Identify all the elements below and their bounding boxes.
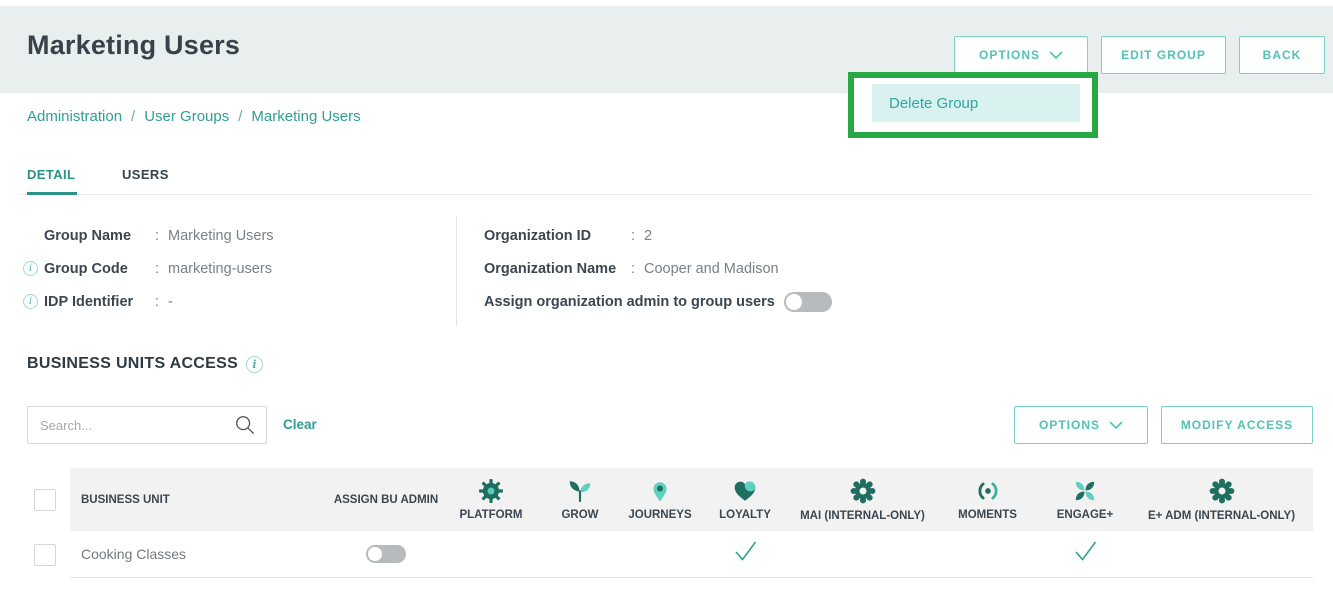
column-journeys: JOURNEYS [628,509,691,521]
field-idp-identifier: i IDP Identifier : - [23,285,274,318]
assign-org-admin-row: Assign organization admin to group users [484,285,832,318]
active-tab-indicator [27,192,77,195]
signal-icon [975,478,1001,504]
bu-options-button[interactable]: OPTIONS [1014,406,1148,444]
search-icon[interactable] [234,414,256,436]
options-button[interactable]: OPTIONS [954,36,1088,74]
breadcrumb-separator: / [131,108,135,125]
cell-journeys [620,531,700,577]
column-divider [456,216,457,326]
column-loyalty: LOYALTY [719,509,771,521]
breadcrumb-user-groups[interactable]: User Groups [144,108,229,125]
business-units-actions: OPTIONS MODIFY ACCESS [1014,406,1313,444]
bu-options-button-label: OPTIONS [1039,418,1100,432]
info-icon[interactable]: i [246,356,263,373]
column-engage-plus: ENGAGE+ [1057,509,1114,521]
gear-flower-icon [849,477,877,505]
cell-e-adm-internal-only [1130,531,1313,577]
menu-item-delete-group[interactable]: Delete Group [872,84,1080,122]
heart-icon [732,478,758,504]
gear-flower-icon [1208,477,1236,505]
column-e-adm-internal-only: E+ ADM (INTERNAL-ONLY) [1148,510,1295,522]
info-icon[interactable]: i [23,261,38,276]
field-value: 2 [644,228,652,244]
field-value: - [168,294,173,310]
detail-right-column: Organization ID : 2 Organization Name : … [484,219,832,318]
annotation-highlight-box: Delete Group [848,72,1098,138]
select-all-checkbox[interactable] [34,489,56,511]
check-icon [1072,540,1099,568]
column-business-unit: BUSINESS UNIT [81,494,170,506]
check-icon [732,540,759,568]
options-button-label: OPTIONS [979,48,1040,62]
detail-left-column: Group Name : Marketing Users i Group Cod… [23,219,274,318]
cell-engage-plus [1040,531,1130,577]
field-label: Group Name [44,228,152,244]
breadcrumb-separator: / [238,108,242,125]
table-header-row: BUSINESS UNIT ASSIGN BU ADMIN PLATFORM [20,468,1313,531]
back-button[interactable]: BACK [1239,36,1325,74]
edit-group-button[interactable]: EDIT GROUP [1101,36,1226,74]
field-value: Marketing Users [168,228,274,244]
page-title: Marketing Users [27,30,240,61]
column-mai-internal-only: MAI (INTERNAL-ONLY) [800,510,925,522]
clear-search-link[interactable]: Clear [283,417,317,432]
assign-org-admin-toggle[interactable] [784,292,832,312]
breadcrumb-marketing-users[interactable]: Marketing Users [251,108,360,125]
column-moments: MOMENTS [958,509,1017,521]
field-organization-id: Organization ID : 2 [484,219,832,252]
header-actions: OPTIONS EDIT GROUP BACK [954,36,1325,74]
breadcrumb-administration[interactable]: Administration [27,108,122,125]
cell-grow [540,531,620,577]
tab-users[interactable]: USERS [122,167,169,182]
search-input[interactable] [28,418,234,433]
column-assign-bu-admin: ASSIGN BU ADMIN [334,494,438,506]
pin-icon [648,478,672,504]
cell-platform [442,531,540,577]
field-value: marketing-users [168,261,272,277]
page-header: Marketing Users OPTIONS EDIT GROUP BACK [0,6,1333,93]
chevron-down-icon [1109,421,1123,429]
tab-divider [20,194,1313,195]
sprout-icon [567,478,593,504]
field-label: Organization ID [484,228,628,244]
table-row: Cooking Classes [20,531,1313,578]
cell-loyalty [700,531,790,577]
tab-detail[interactable]: DETAIL [27,167,75,182]
pinwheel-icon [1072,478,1098,504]
field-label: Organization Name [484,261,628,277]
assign-bu-admin-toggle[interactable] [366,545,406,563]
breadcrumb: Administration / User Groups / Marketing… [27,108,361,125]
toggle-label: Assign organization admin to group users [484,294,775,310]
gear-icon [478,478,504,504]
field-group-code: i Group Code : marketing-users [23,252,274,285]
field-group-name: Group Name : Marketing Users [23,219,274,252]
modify-access-button[interactable]: MODIFY ACCESS [1161,406,1313,444]
field-organization-name: Organization Name : Cooper and Madison [484,252,832,285]
column-grow: GROW [561,509,598,521]
field-value: Cooper and Madison [644,261,779,277]
column-platform: PLATFORM [459,509,522,521]
cell-mai-internal-only [790,531,935,577]
field-label: IDP Identifier [44,294,152,310]
chevron-down-icon [1049,51,1063,59]
info-icon[interactable]: i [23,294,38,309]
row-checkbox[interactable] [34,544,56,566]
cell-business-unit: Cooking Classes [70,531,330,577]
cell-moments [935,531,1040,577]
business-units-search [27,406,267,444]
business-units-heading: BUSINESS UNITS ACCESS i [27,355,263,373]
business-units-table: BUSINESS UNIT ASSIGN BU ADMIN PLATFORM [20,468,1313,578]
field-label: Group Code [44,261,152,277]
